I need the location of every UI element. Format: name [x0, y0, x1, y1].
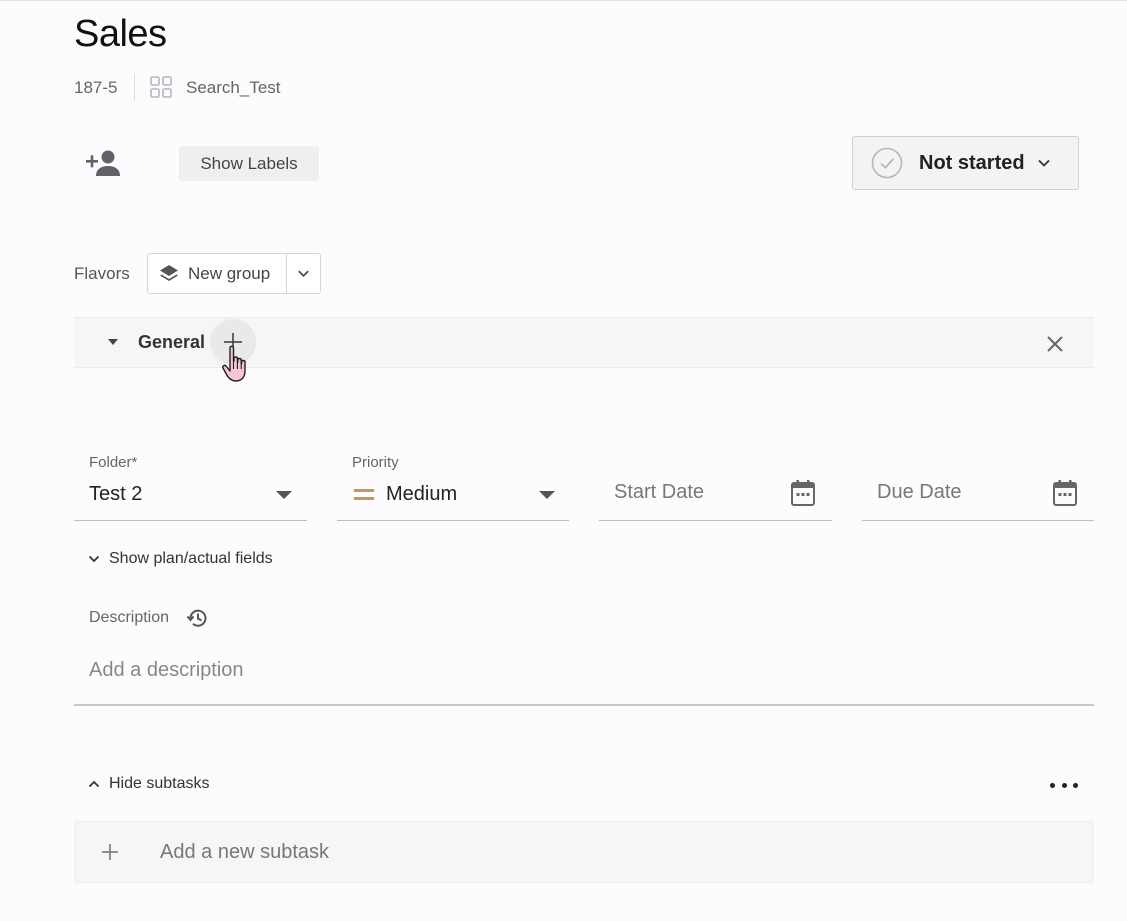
- folder-value[interactable]: Test 2: [89, 483, 142, 506]
- priority-underline: [337, 520, 569, 521]
- plus-icon: [102, 844, 118, 860]
- calendar-icon[interactable]: [790, 479, 816, 507]
- start-date-underline: [599, 520, 832, 521]
- caret-down-icon[interactable]: [275, 490, 293, 500]
- start-date-input[interactable]: Start Date: [614, 481, 704, 504]
- show-labels-button[interactable]: Show Labels: [179, 146, 319, 181]
- chevron-down-icon: [298, 270, 309, 278]
- meta-divider: [134, 74, 135, 100]
- dot: [1061, 782, 1067, 788]
- add-subtask-input[interactable]: Add a new subtask: [74, 821, 1094, 883]
- priority-value[interactable]: Medium: [386, 483, 457, 506]
- priority-medium-icon: [354, 489, 374, 500]
- new-group-control: New group: [147, 253, 321, 294]
- description-underline: [74, 704, 1094, 706]
- plan-toggle-label: Show plan/actual fields: [109, 550, 273, 567]
- due-date-input[interactable]: Due Date: [877, 481, 962, 504]
- calendar-icon[interactable]: [1052, 479, 1078, 507]
- chevron-down-icon: [88, 555, 100, 563]
- flavors-label: Flavors: [74, 264, 130, 283]
- subtasks-toggle-label: Hide subtasks: [109, 775, 210, 792]
- due-date-underline: [862, 520, 1094, 521]
- grid-icon: [150, 76, 172, 98]
- task-id: 187-5: [74, 78, 118, 97]
- page-title: Sales: [74, 13, 167, 55]
- add-to-section-button[interactable]: [210, 319, 256, 365]
- new-group-dropdown[interactable]: [287, 254, 320, 293]
- add-subtask-placeholder: Add a new subtask: [160, 840, 329, 863]
- caret-down-icon[interactable]: [106, 337, 120, 347]
- person-add-icon: [86, 150, 120, 176]
- chevron-down-icon: [1037, 159, 1050, 167]
- priority-label: Priority: [352, 454, 399, 471]
- dot: [1073, 782, 1078, 788]
- status-dropdown[interactable]: Not started: [852, 136, 1079, 190]
- history-icon[interactable]: [186, 607, 208, 629]
- plus-icon: [224, 333, 242, 351]
- project-link[interactable]: Search_Test: [186, 78, 281, 98]
- more-options-button[interactable]: [1046, 773, 1082, 797]
- assign-user-button[interactable]: [82, 143, 124, 183]
- close-icon[interactable]: [1045, 334, 1065, 354]
- chevron-up-icon: [88, 780, 100, 788]
- caret-down-icon[interactable]: [538, 490, 556, 500]
- folder-underline: [74, 520, 307, 521]
- description-input[interactable]: Add a description: [89, 659, 244, 682]
- layers-icon: [160, 264, 178, 281]
- new-group-label: New group: [188, 263, 271, 283]
- show-plan-actual-toggle[interactable]: Show plan/actual fields: [88, 550, 273, 568]
- section-title: General: [138, 332, 206, 352]
- folder-label: Folder*: [89, 454, 138, 471]
- dot: [1050, 782, 1055, 788]
- check-circle-icon: [871, 147, 903, 179]
- new-group-button[interactable]: New group: [148, 254, 286, 293]
- hide-subtasks-toggle[interactable]: Hide subtasks: [88, 775, 210, 793]
- status-label: Not started: [919, 151, 1025, 174]
- description-label: Description: [89, 609, 170, 626]
